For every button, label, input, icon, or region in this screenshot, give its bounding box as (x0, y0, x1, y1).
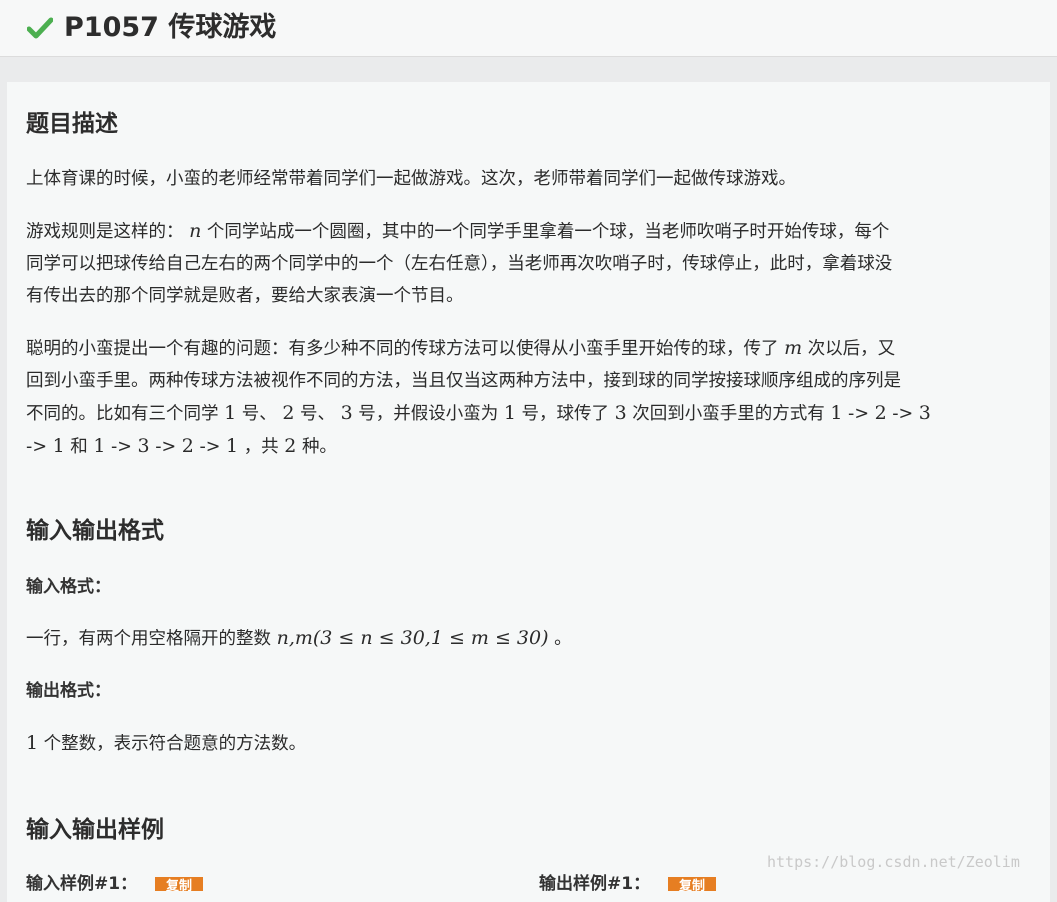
output-format-label: 输出格式： (26, 681, 111, 701)
input-format-label: 输入格式： (26, 577, 111, 597)
problem-id: P1057 (64, 12, 159, 43)
description-para-2: 游戏规则是这样的： n 个同学站成一个圆圈，其中的一个同学手里拿着一个球，当老师… (26, 220, 893, 306)
description-para-1: 上体育课的时候，小蛮的老师经常带着同学们一起做游戏。这次，老师带着同学们一起做传… (26, 169, 796, 189)
var-n: n (189, 220, 202, 242)
description-heading: 题目描述 (26, 111, 118, 137)
problem-title: P1057 传球游戏 (64, 10, 276, 46)
sample-input-label: 输入样例#1： (26, 874, 138, 894)
problem-name: 传球游戏 (168, 12, 277, 43)
input-math: n,m(3 ≤ n ≤ 30,1 ≤ m ≤ 30) (276, 627, 549, 649)
check-icon (27, 17, 53, 39)
samples-heading: 输入输出样例 (26, 817, 164, 843)
problem-card: 题目描述 上体育课的时候，小蛮的老师经常带着同学们一起做游戏。这次，老师带着同学… (7, 82, 1050, 902)
output-format-text: 1 个整数，表示符合题意的方法数。 (26, 732, 307, 754)
copy-input-button[interactable]: 复制 (155, 877, 203, 891)
sample-output-label: 输出样例#1： (539, 874, 651, 894)
io-format-heading: 输入输出格式 (26, 518, 164, 544)
input-format-text: 一行，有两个用空格隔开的整数 n,m(3 ≤ n ≤ 30,1 ≤ m ≤ 30… (26, 627, 572, 649)
var-m: m (784, 337, 803, 359)
copy-output-button[interactable]: 复制 (668, 877, 716, 891)
problem-header: P1057 传球游戏 (0, 0, 1057, 57)
description-para-3: 聪明的小蛮提出一个有趣的问题：有多少种不同的传球方法可以使得从小蛮手里开始传的球… (26, 337, 931, 457)
watermark: https://blog.csdn.net/Zeolim (767, 853, 1020, 871)
